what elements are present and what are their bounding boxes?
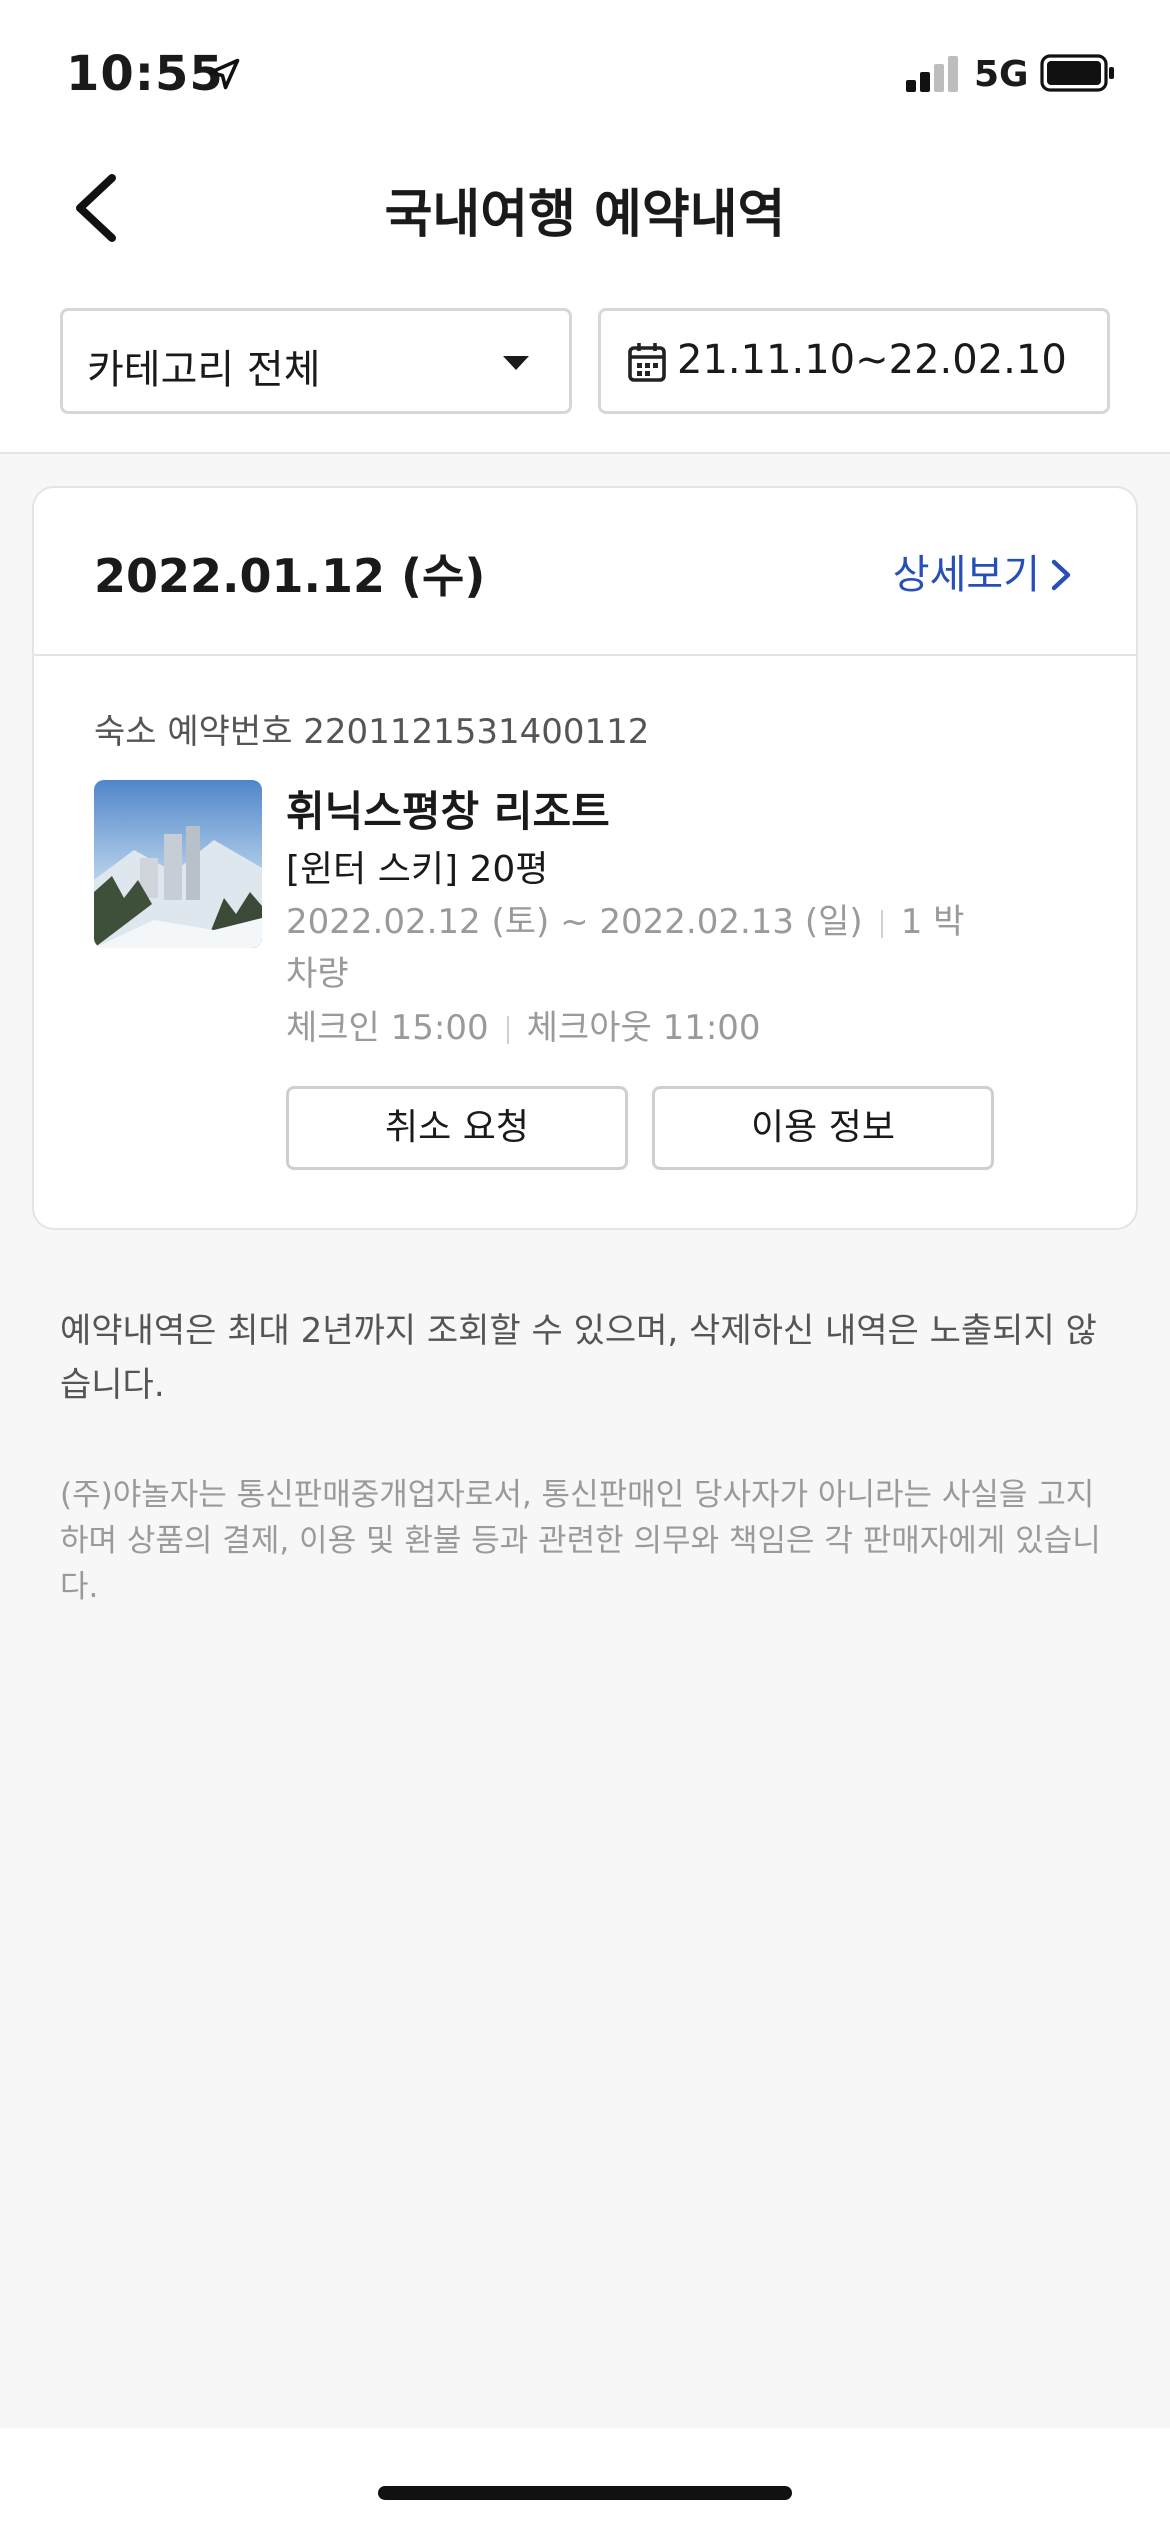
resort-image (94, 780, 262, 948)
signal-icon (906, 56, 958, 92)
stay-dates: 2022.02.12 (토) ~ 2022.02.13 (일) (286, 902, 863, 942)
home-indicator[interactable] (378, 2486, 792, 2500)
hotel-name: 휘닉스평창 리조트 (286, 787, 610, 836)
retention-notice: 예약내역은 최대 2년까지 조회할 수 있으며, 삭제하신 내역은 노출되지 않… (60, 1311, 1097, 1405)
network-label: 5G (974, 54, 1029, 95)
check-times: 체크인 15:00 체크아웃 11:00 (286, 1000, 761, 1049)
category-value: 카테고리 전체 (87, 347, 321, 393)
hotel-thumbnail[interactable] (94, 780, 262, 948)
disclaimer-notice: (주)야놀자는 통신판매중개업자로서, 통신판매인 당사자가 아니라는 사실을 … (60, 1477, 1101, 1605)
checkin-time: 체크인 15:00 (286, 1008, 489, 1048)
caret-down-icon (503, 356, 529, 370)
date-range-value: 21.11.10~22.02.10 (677, 337, 1067, 383)
status-time: 10:55 (66, 46, 224, 102)
header-area: 10:55 5G 국내여행 예약내역 카테고리 전체 21.11.10~22.0… (0, 0, 1170, 454)
separator (506, 1015, 509, 1044)
reservation-card: 2022.01.12 (수) 상세보기 숙소 예약번호 220112153140… (32, 486, 1138, 1230)
parking-info: 차량 (286, 954, 349, 994)
reservation-date: 2022.01.12 (수) (94, 549, 486, 603)
checkout-time: 체크아웃 11:00 (526, 1008, 761, 1048)
location-arrow-icon (208, 58, 240, 90)
date-range-picker[interactable]: 21.11.10~22.02.10 (598, 308, 1110, 414)
nights: 1 박 (900, 902, 965, 942)
detail-link-label: 상세보기 (892, 552, 1040, 598)
reservation-number: 숙소 예약번호 2201121531400112 (94, 712, 650, 752)
stay-info: 2022.02.12 (토) ~ 2022.02.13 (일) 1 박 (286, 894, 964, 943)
category-dropdown[interactable]: 카테고리 전체 (60, 308, 572, 414)
card-divider (34, 654, 1136, 656)
cancel-request-button[interactable]: 취소 요청 (286, 1086, 628, 1170)
battery-icon (1040, 54, 1114, 92)
bottom-safe-area (0, 2428, 1170, 2532)
calendar-icon (628, 343, 666, 382)
room-type: [윈터 스키] 20평 (286, 849, 549, 890)
chevron-right-icon (1051, 559, 1071, 591)
separator (880, 909, 883, 938)
page-title: 국내여행 예약내역 (384, 185, 786, 245)
usage-info-button[interactable]: 이용 정보 (652, 1086, 994, 1170)
